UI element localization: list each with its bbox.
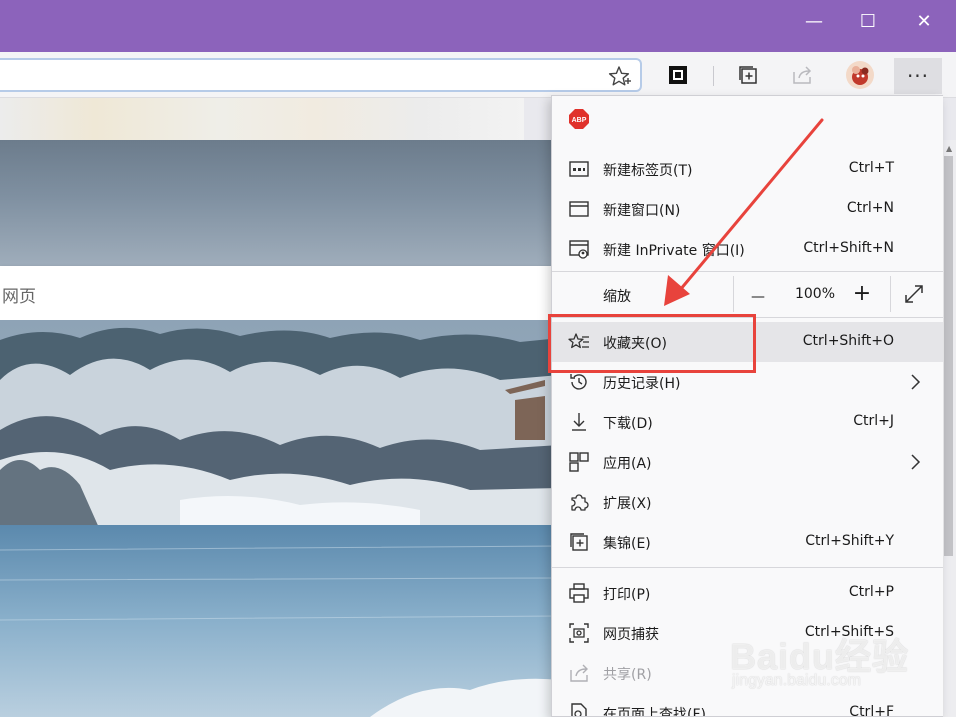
apps-icon <box>569 452 589 472</box>
toolbar-divider <box>713 66 714 86</box>
address-bar[interactable] <box>0 58 642 92</box>
snow-landscape-image <box>0 320 560 717</box>
menu-item-downloads[interactable]: 下载(D) Ctrl+J <box>552 402 943 442</box>
zoom-in-button[interactable]: + <box>846 280 878 308</box>
menu-item-shortcut: Ctrl+T <box>848 160 894 176</box>
history-icon <box>570 374 587 390</box>
new-window-icon <box>569 201 589 217</box>
new-tab-icon <box>569 161 589 177</box>
menu-item-label: 在页面上查找(F) <box>603 707 706 717</box>
extension-square-icon <box>669 66 687 84</box>
menu-item-label: 打印(P) <box>603 587 651 603</box>
zoom-divider <box>890 276 891 312</box>
menu-divider <box>552 567 943 568</box>
avatar <box>846 61 874 89</box>
add-favorite-star-icon[interactable] <box>606 64 632 88</box>
menu-item-label: 网页捕获 <box>603 627 659 643</box>
browser-toolbar: ··· <box>0 52 956 98</box>
adblock-row[interactable]: ABP <box>552 96 943 144</box>
watermark-url: jingyan.baidu.com <box>732 672 861 689</box>
menu-item-label: 共享(R) <box>603 667 652 683</box>
menu-item-print[interactable]: 打印(P) Ctrl+P <box>552 573 943 613</box>
zoom-level: 100% <box>794 286 836 302</box>
menu-item-label: 扩展(X) <box>603 496 652 512</box>
share-icon <box>570 664 588 682</box>
menu-item-shortcut: Ctrl+Shift+O <box>802 333 894 349</box>
search-box[interactable]: 网页 <box>0 266 552 320</box>
settings-menu: ABP 新建标签页(T) Ctrl+T 新建窗口(N) Ctrl+N 新建 In… <box>551 95 943 717</box>
collections-icon <box>739 66 757 84</box>
title-bar: — ☐ ✕ <box>0 0 956 52</box>
web-capture-icon <box>569 623 589 643</box>
menu-item-label: 新建 InPrivate 窗口(I) <box>603 243 745 259</box>
find-icon <box>571 703 587 716</box>
settings-more-button[interactable]: ··· <box>894 58 942 94</box>
menu-item-collections[interactable]: 集锦(E) Ctrl+Shift+Y <box>552 522 943 562</box>
zoom-row: 缩放 — 100% + <box>552 272 943 318</box>
download-icon <box>572 413 586 431</box>
search-hint-text: 网页 <box>2 287 36 307</box>
menu-item-label: 新建窗口(N) <box>603 203 681 219</box>
chevron-right-icon <box>911 374 921 390</box>
annotation-highlight-box <box>548 314 756 373</box>
inprivate-window-icon <box>569 240 589 259</box>
bookmark-strip <box>0 98 524 140</box>
share-icon <box>793 66 812 84</box>
menu-item-shortcut: Ctrl+N <box>846 200 894 216</box>
minus-icon: — <box>751 289 765 305</box>
menu-item-label: 应用(A) <box>603 456 652 472</box>
baidu-watermark: Baidu经验 jingyan.baidu.com <box>730 628 940 698</box>
share-button[interactable] <box>785 58 819 92</box>
menu-item-apps[interactable]: 应用(A) <box>552 442 943 482</box>
close-icon: ✕ <box>916 10 932 32</box>
chevron-right-icon <box>911 454 921 470</box>
menu-item-label: 新建标签页(T) <box>603 163 693 179</box>
minimize-button[interactable]: — <box>786 0 842 42</box>
plus-icon: + <box>852 281 872 306</box>
menu-item-label: 历史记录(H) <box>603 376 681 392</box>
menu-item-shortcut: Ctrl+F <box>849 704 894 717</box>
menu-item-shortcut: Ctrl+J <box>853 413 894 429</box>
menu-item-new-inprivate-window[interactable]: 新建 InPrivate 窗口(I) Ctrl+Shift+N <box>552 229 943 269</box>
adblock-plus-icon[interactable]: ABP <box>568 108 590 130</box>
menu-item-label: 集锦(E) <box>603 536 651 552</box>
menu-item-shortcut: Ctrl+Shift+N <box>803 240 894 256</box>
print-icon <box>569 583 589 603</box>
minimize-icon: — <box>805 10 823 32</box>
scroll-up-arrow-icon[interactable]: ▲ <box>946 144 952 153</box>
svg-text:ABP: ABP <box>572 117 587 124</box>
collections-icon <box>570 533 588 551</box>
menu-item-shortcut: Ctrl+P <box>848 584 894 600</box>
menu-item-shortcut: Ctrl+Shift+Y <box>805 533 894 549</box>
fullscreen-icon[interactable] <box>902 282 926 306</box>
maximize-icon: ☐ <box>859 10 877 32</box>
menu-item-new-tab[interactable]: 新建标签页(T) Ctrl+T <box>552 149 943 189</box>
maximize-button[interactable]: ☐ <box>840 0 896 42</box>
extensions-icon <box>571 494 589 511</box>
collections-button[interactable] <box>731 58 765 92</box>
menu-item-extensions[interactable]: 扩展(X) <box>552 482 943 522</box>
profile-avatar-button[interactable] <box>843 58 877 92</box>
scrollbar-thumb[interactable] <box>944 156 953 556</box>
menu-item-new-window[interactable]: 新建窗口(N) Ctrl+N <box>552 189 943 229</box>
close-button[interactable]: ✕ <box>896 0 952 42</box>
menu-item-label: 下载(D) <box>603 416 653 432</box>
zoom-out-button[interactable]: — <box>742 280 774 308</box>
zoom-label: 缩放 <box>603 289 631 305</box>
zoom-divider <box>733 276 734 312</box>
hero-sky <box>0 140 560 266</box>
more-icon: ··· <box>906 64 930 88</box>
extension-button[interactable] <box>661 58 695 92</box>
